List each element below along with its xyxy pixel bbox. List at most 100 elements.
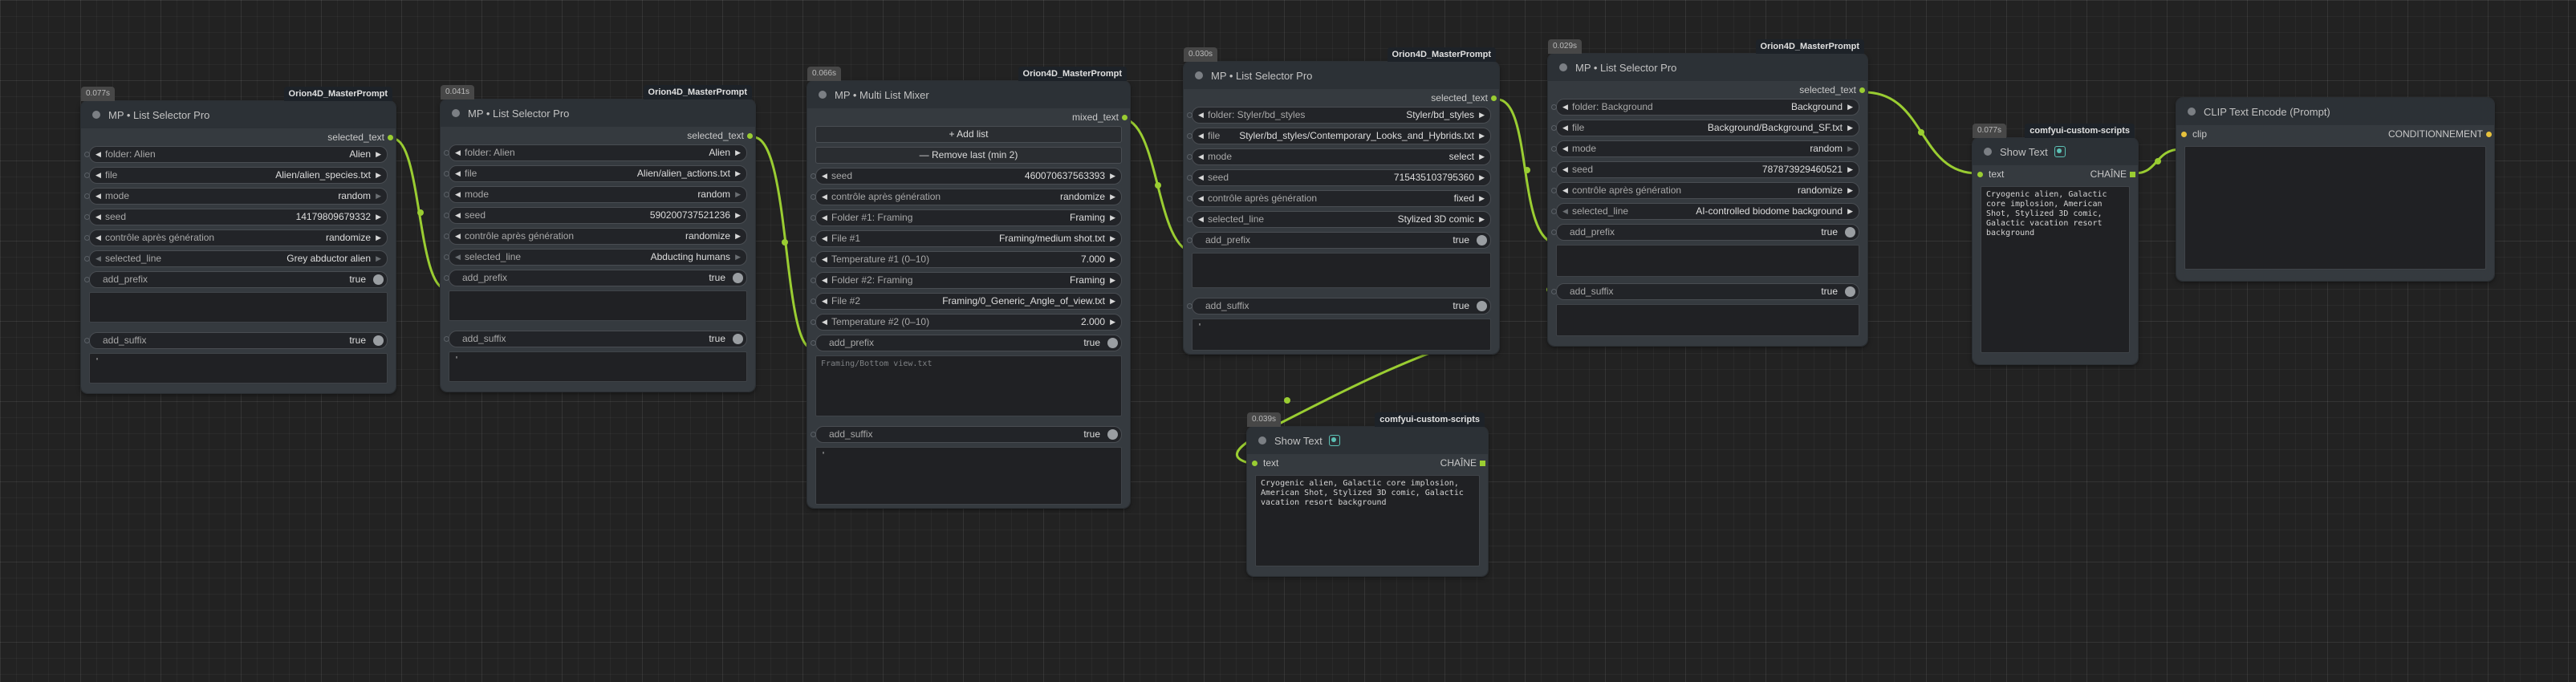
increment-arrow-icon[interactable]: ▶ [735,166,741,181]
widget-input-dot[interactable] [84,193,90,199]
decrement-arrow-icon[interactable]: ◀ [1198,108,1204,123]
widget-input-dot[interactable] [811,340,816,346]
increment-arrow-icon[interactable]: ▶ [1110,315,1115,330]
toggle-knob-icon[interactable] [1477,301,1487,311]
toggle-knob-icon[interactable] [373,335,384,346]
node-header[interactable]: CLIP Text Encode (Prompt) [2176,98,2494,125]
collapse-dot-icon[interactable] [1984,148,1992,156]
file-2-widget[interactable]: ◀ File #2 Framing/0_Generic_Angle_of_view.… [811,293,1122,310]
widget-input-dot[interactable] [1551,167,1557,173]
widget-input-dot[interactable] [444,336,449,342]
decrement-arrow-icon[interactable]: ◀ [455,145,461,160]
widget-input-dot[interactable] [811,278,816,283]
decrement-arrow-icon[interactable]: ◀ [822,252,827,267]
mode-widget[interactable]: ◀ mode random ▶ [1551,140,1859,157]
decrement-arrow-icon[interactable]: ◀ [1198,170,1204,185]
toggle-knob-icon[interactable] [733,273,743,283]
decrement-arrow-icon[interactable]: ◀ [822,315,827,330]
increment-arrow-icon[interactable]: ▶ [1479,170,1485,185]
folder-widget[interactable]: ◀ folder: Alien Alien ▶ [444,144,747,161]
widget-input-dot[interactable] [444,254,449,260]
decrement-arrow-icon[interactable]: ◀ [822,189,827,205]
temperature-1-widget[interactable]: ◀ Temperature #1 (0–10) 7.000 ▶ [811,251,1122,268]
widget-input-dot[interactable] [811,298,816,304]
seed-widget[interactable]: ◀ seed 715435103795360 ▶ [1187,169,1491,186]
increment-arrow-icon[interactable]: ▶ [1847,204,1853,219]
decrement-arrow-icon[interactable]: ◀ [95,147,101,162]
increment-arrow-icon[interactable]: ▶ [1479,212,1485,227]
increment-arrow-icon[interactable]: ▶ [1479,128,1485,144]
add-suffix-toggle[interactable]: add_suffix true [1187,298,1491,315]
file-1-widget[interactable]: ◀ File #1 Framing/medium shot.txt ▶ [811,230,1122,247]
node-header[interactable]: MP • List Selector Pro [1548,54,1867,81]
decrement-arrow-icon[interactable]: ◀ [822,168,827,184]
widget-input-dot[interactable] [1187,303,1193,309]
control-after-generate-widget[interactable]: ◀ contrôle après génération randomize ▶ [84,229,388,246]
prefix-textarea[interactable] [449,290,747,321]
input-slot[interactable] [1977,172,1983,177]
selected-line-widget[interactable]: ◀ selected_line Grey abductor alien ▶ [84,250,388,267]
add-prefix-toggle[interactable]: add_prefix true [444,270,747,286]
output-slot[interactable] [2486,132,2492,137]
node-header[interactable]: Show Text [1247,427,1488,454]
control-after-generate-widget[interactable]: ◀ contrôle après génération randomize ▶ [444,228,747,245]
temperature-2-widget[interactable]: ◀ Temperature #2 (0–10) 2.000 ▶ [811,314,1122,331]
folder-1-widget[interactable]: ◀ Folder #1: Framing Framing ▶ [811,209,1122,226]
increment-arrow-icon[interactable]: ▶ [376,209,381,225]
widget-input-dot[interactable] [444,233,449,239]
seed-widget[interactable]: ◀ seed 590200737521236 ▶ [444,207,747,224]
add-prefix-toggle[interactable]: add_prefix true [1187,232,1491,249]
increment-arrow-icon[interactable]: ▶ [1110,273,1115,288]
decrement-arrow-icon[interactable]: ◀ [822,231,827,246]
increment-arrow-icon[interactable]: ▶ [1847,99,1853,115]
add-suffix-toggle[interactable]: add_suffix true [444,331,747,347]
widget-input-dot[interactable] [1551,289,1557,294]
remove-last-button[interactable]: — Remove last (min 2) [815,147,1122,164]
seed-widget[interactable]: ◀ seed 460070637563393 ▶ [811,168,1122,185]
add-prefix-toggle[interactable]: add_prefix true [1551,224,1859,241]
increment-arrow-icon[interactable]: ▶ [1847,183,1853,198]
decrement-arrow-icon[interactable]: ◀ [95,209,101,225]
control-after-generate-widget[interactable]: ◀ contrôle après génération randomize ▶ [1551,182,1859,199]
widget-input-dot[interactable] [1187,154,1193,160]
increment-arrow-icon[interactable]: ▶ [376,230,381,246]
widget-input-dot[interactable] [1551,146,1557,152]
output-slot[interactable] [1859,87,1865,93]
node-show-text-bottom[interactable]: 0.039s comfyui-custom-scripts Show Text … [1246,412,1489,577]
toggle-knob-icon[interactable] [1477,235,1487,246]
widget-input-dot[interactable] [811,173,816,179]
add-prefix-toggle[interactable]: add_prefix true [811,335,1122,351]
decrement-arrow-icon[interactable]: ◀ [1198,191,1204,206]
widget-input-dot[interactable] [1551,229,1557,235]
suffix-textarea[interactable]: ' [449,351,747,382]
suffix-textarea[interactable] [1556,304,1859,336]
widget-input-dot[interactable] [811,215,816,221]
decrement-arrow-icon[interactable]: ◀ [1562,141,1568,156]
increment-arrow-icon[interactable]: ▶ [1110,189,1115,205]
add-suffix-toggle[interactable]: add_suffix true [84,332,388,349]
widget-input-dot[interactable] [444,150,449,156]
increment-arrow-icon[interactable]: ▶ [735,229,741,244]
selected-line-widget[interactable]: ◀ selected_line AI-controlled biodome back… [1551,203,1859,220]
widget-input-dot[interactable] [1187,175,1193,181]
increment-arrow-icon[interactable]: ▶ [376,168,381,183]
file-widget[interactable]: ◀ file Styler/bd_styles/Contemporary_Looks… [1187,128,1491,144]
toggle-knob-icon[interactable] [1845,286,1855,297]
widget-input-dot[interactable] [1187,196,1193,201]
increment-arrow-icon[interactable]: ▶ [735,187,741,202]
decrement-arrow-icon[interactable]: ◀ [1562,162,1568,177]
widget-input-dot[interactable] [1551,125,1557,131]
increment-arrow-icon[interactable]: ▶ [1479,149,1485,164]
decrement-arrow-icon[interactable]: ◀ [95,168,101,183]
widget-input-dot[interactable] [811,432,816,437]
toggle-knob-icon[interactable] [1107,429,1118,440]
increment-arrow-icon[interactable]: ▶ [1479,191,1485,206]
widget-input-dot[interactable] [1187,112,1193,118]
prefix-textarea[interactable] [89,292,388,323]
seed-widget[interactable]: ◀ seed 14179809679332 ▶ [84,209,388,225]
widget-input-dot[interactable] [1551,188,1557,193]
collapse-dot-icon[interactable] [819,91,827,99]
widget-input-dot[interactable] [84,173,90,178]
folder-2-widget[interactable]: ◀ Folder #2: Framing Framing ▶ [811,272,1122,289]
display-text[interactable]: Cryogenic alien, Galactic core implosion… [1255,475,1480,566]
